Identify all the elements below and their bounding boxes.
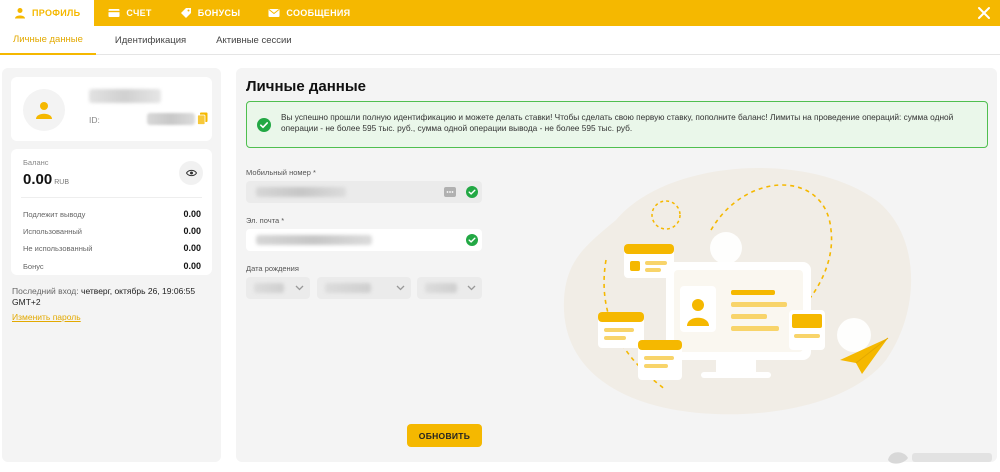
user-id-redacted — [147, 113, 195, 125]
email-value-redacted — [256, 235, 372, 245]
copy-icon[interactable] — [197, 112, 208, 125]
watermark-logo — [888, 452, 992, 464]
tab-messages[interactable]: СООБЩЕНИЯ — [254, 0, 364, 26]
balance-row-label: Использованный — [23, 226, 82, 236]
card-illustration — [638, 340, 682, 380]
balance-label: Баланс — [23, 158, 49, 167]
check-circle-icon — [257, 118, 271, 132]
balance-row-value: 0.00 — [183, 209, 201, 219]
success-alert: Вы успешно прошли полную идентификацию и… — [246, 101, 988, 148]
balance-currency: RUB — [54, 179, 69, 186]
tab-account[interactable]: СЧЕТ — [94, 0, 165, 26]
envelope-icon — [268, 9, 280, 17]
update-button[interactable]: ОБНОВИТЬ — [407, 424, 482, 447]
phone-label: Мобильный номер * — [246, 168, 316, 177]
balance-amount: 0.00 RUB — [23, 171, 69, 188]
user-card: ID: — [11, 77, 212, 141]
balance-row: Подлежит выводу 0.00 — [23, 209, 201, 219]
chevron-down-icon — [295, 285, 304, 291]
verified-check-icon — [466, 234, 478, 246]
tab-bonuses[interactable]: БОНУСЫ — [166, 0, 255, 26]
tab-profile[interactable]: ПРОФИЛЬ — [0, 0, 95, 26]
phone-options-icon[interactable] — [444, 187, 456, 197]
verified-check-icon — [466, 186, 478, 198]
birth-day-select[interactable] — [246, 277, 310, 299]
top-navigation: ПРОФИЛЬ СЧЕТ БОНУСЫ СООБЩЕНИЯ — [0, 0, 1000, 26]
alert-message: Вы успешно прошли полную идентификацию и… — [281, 112, 954, 133]
phone-value-redacted — [256, 187, 346, 197]
tab-bonuses-label: БОНУСЫ — [197, 8, 241, 18]
user-id-label: ID: — [89, 115, 100, 125]
birth-month-redacted — [325, 283, 371, 293]
email-label: Эл. почта * — [246, 216, 285, 225]
card-icon — [108, 9, 120, 17]
balance-card: Баланс 0.00 RUB Подлежит выводу 0.00 Испол… — [11, 149, 212, 275]
change-password-link[interactable]: Изменить пароль — [12, 312, 81, 322]
user-icon — [15, 8, 25, 19]
email-field[interactable] — [246, 229, 482, 251]
tab-active-sessions[interactable]: Активные сессии — [203, 26, 304, 55]
birth-day-redacted — [254, 283, 284, 293]
balance-row: Не использованный 0.00 — [23, 243, 201, 253]
balance-row-label: Подлежит выводу — [23, 209, 86, 219]
balance-row-label: Не использованный — [23, 243, 93, 253]
last-login-label: Последний вход: — [12, 286, 79, 296]
page-title: Личные данные — [246, 78, 366, 95]
tab-account-label: СЧЕТ — [126, 8, 152, 18]
tab-personal-data[interactable]: Личные данные — [0, 26, 96, 55]
card-illustration — [598, 312, 644, 348]
balance-row: Использованный 0.00 — [23, 226, 201, 236]
tab-profile-label: ПРОФИЛЬ — [32, 8, 81, 18]
tag-icon — [180, 8, 191, 18]
birth-year-select[interactable] — [417, 277, 482, 299]
balance-row: Бонус 0.00 — [23, 261, 201, 271]
eye-icon — [185, 169, 197, 177]
profile-sidebar: ID: Баланс 0.00 RUB Подлежит выводу 0.00 И… — [2, 68, 221, 462]
close-icon[interactable] — [976, 5, 992, 21]
last-login: Последний вход: четверг, октябрь 26, 19:… — [12, 286, 212, 308]
balance-row-value: 0.00 — [183, 226, 201, 236]
balance-value: 0.00 — [23, 171, 53, 188]
chevron-down-icon — [396, 285, 405, 291]
card-illustration — [789, 310, 825, 350]
profile-illustration — [563, 167, 912, 415]
toggle-balance-visibility-button[interactable] — [179, 161, 203, 185]
divider — [21, 197, 202, 198]
tab-messages-label: СООБЩЕНИЯ — [286, 8, 351, 18]
birth-month-select[interactable] — [317, 277, 411, 299]
birth-date-label: Дата рождения — [246, 264, 299, 273]
avatar — [23, 89, 65, 131]
birth-year-redacted — [425, 283, 457, 293]
user-name-redacted — [89, 89, 161, 103]
phone-field[interactable] — [246, 181, 482, 203]
balance-row-label: Бонус — [23, 261, 44, 271]
chevron-down-icon — [467, 285, 476, 291]
sub-navigation: Личные данные Идентификация Активные сес… — [0, 26, 1000, 55]
balance-row-value: 0.00 — [183, 261, 201, 271]
balance-row-value: 0.00 — [183, 243, 201, 253]
tab-identification[interactable]: Идентификация — [102, 26, 199, 55]
user-avatar-icon — [36, 102, 52, 119]
card-illustration — [624, 244, 674, 278]
